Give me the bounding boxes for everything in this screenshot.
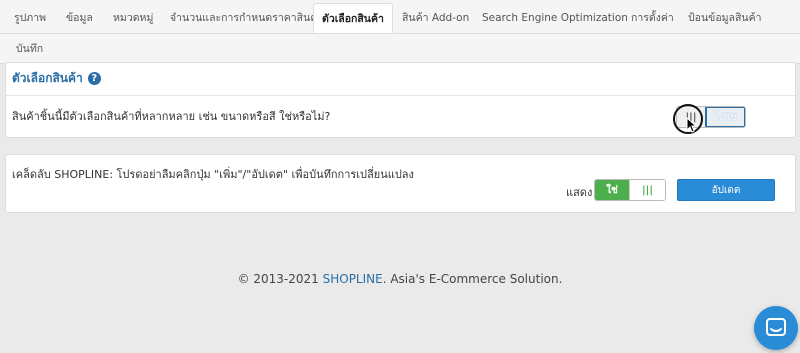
chat-button[interactable] [754, 306, 798, 350]
mouse-pointer-icon [686, 117, 698, 133]
tab-product-feed[interactable]: ป้อนข้อมูลสินค้า [680, 3, 770, 33]
footer-suffix: . Asia's E-Commerce Solution. [382, 272, 563, 286]
variants-title-text: ตัวเลือกสินค้า [12, 71, 83, 85]
variants-question: สินค้าชิ้นนี้มีตัวเลือกสินค้าที่หลากหลาย… [12, 110, 331, 123]
tab-images[interactable]: รูปภาพ [6, 3, 54, 33]
update-button[interactable]: อัปเดต [677, 179, 775, 201]
show-toggle[interactable]: ใช่ ||| [594, 179, 666, 201]
show-toggle-no[interactable]: ||| [629, 180, 665, 200]
footer: © 2013-2021 SHOPLINE. Asia's E-Commerce … [0, 272, 800, 286]
tab-seo[interactable]: Search Engine Optimization [474, 3, 636, 33]
tab-info[interactable]: ข้อมูล [58, 3, 101, 33]
footer-prefix: © 2013-2021 [237, 272, 323, 286]
help-icon[interactable]: ? [87, 72, 101, 85]
tab-settings[interactable]: การตั้งค่า [623, 3, 682, 33]
tab-categories[interactable]: หมวดหมู่ [105, 3, 161, 33]
tab-variants[interactable]: ตัวเลือกสินค้า [313, 3, 393, 33]
variants-toggle-no[interactable]: ไม่ใช่ [705, 107, 745, 127]
panel-divider [6, 95, 795, 96]
footer-brand-link[interactable]: SHOPLINE [323, 272, 383, 286]
variants-toggle-no-label: ไม่ใช่ [713, 111, 738, 123]
chat-icon [766, 318, 786, 336]
tab-quantity-pricing[interactable]: จำนวนและการกำหนดราคาสินค้า [162, 3, 331, 33]
variants-title: ตัวเลือกสินค้า ? [12, 69, 101, 88]
tabs-divider [0, 33, 800, 34]
show-label: แสดง [566, 186, 593, 199]
tabs-bar: รูปภาพ ข้อมูล หมวดหมู่ จำนวนและการกำหนดร… [0, 0, 800, 64]
tab-addon[interactable]: สินค้า Add-on [394, 3, 477, 33]
show-toggle-yes[interactable]: ใช่ [595, 180, 629, 200]
tab-save[interactable]: บันทึก [8, 34, 51, 64]
save-tip-text: เคล็ดลับ SHOPLINE: โปรดอย่าลืมคลิกปุ่ม "… [12, 168, 414, 181]
